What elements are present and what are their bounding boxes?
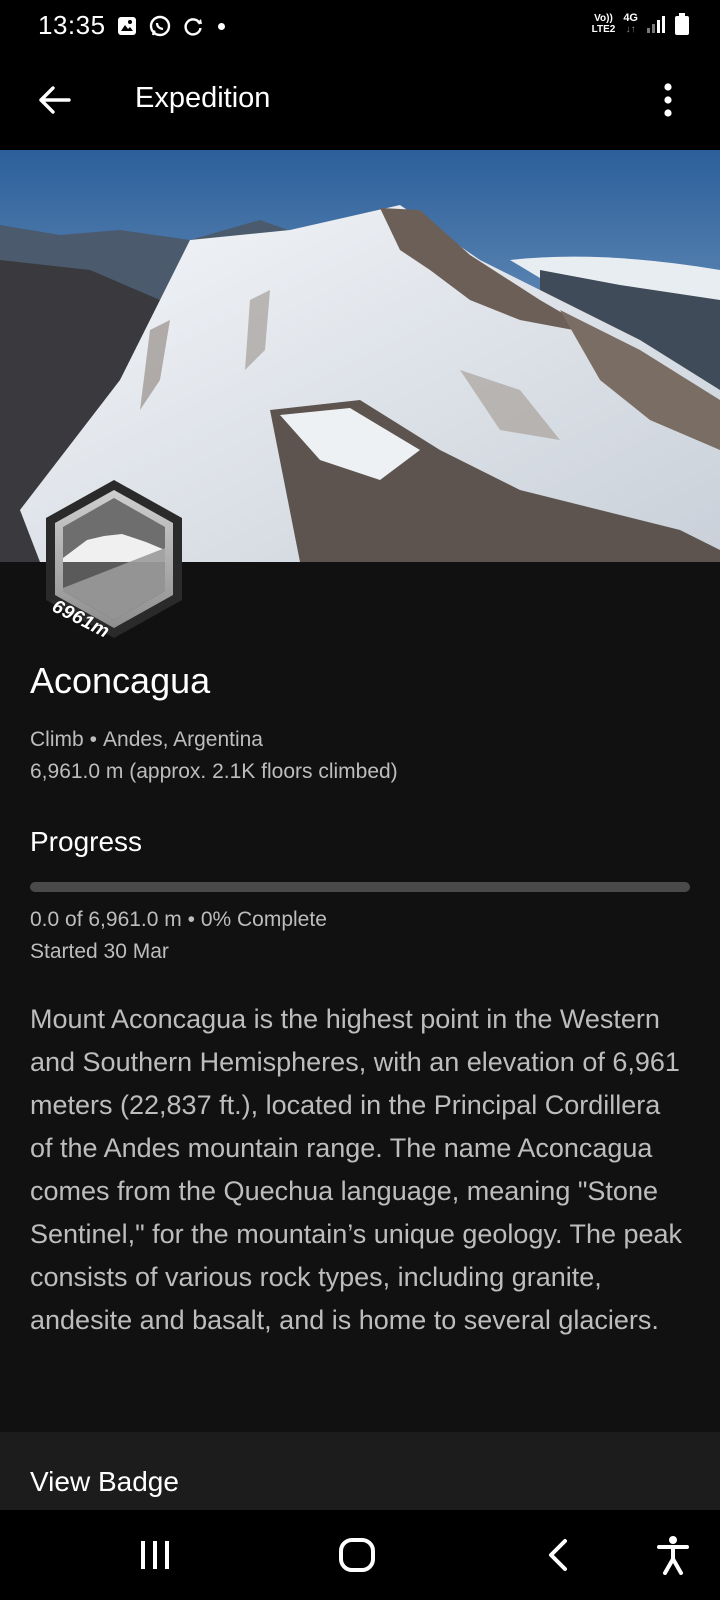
home-icon [339,1538,375,1572]
progress-summary: 0.0 of 6,961.0 m • 0% Complete [30,904,690,936]
back-button[interactable] [30,76,78,124]
status-time: 13:35 [38,10,106,40]
expedition-location: Andes, Argentina [103,728,263,751]
progress-percent: 0% Complete [200,908,327,931]
separator-dot: • [89,728,98,751]
view-badge-button[interactable]: View Badge [0,1432,720,1510]
separator-dot: • [181,908,201,931]
app-bar: Expedition [0,52,720,150]
expedition-name: Aconcagua [30,660,211,701]
accessibility-button[interactable] [648,1532,698,1578]
status-bar: 13:35 Vo)) LTE2 4G ↓↑ [0,0,720,52]
data-arrows-icon: ↓↑ [625,24,636,35]
whatsapp-icon [149,15,171,37]
view-badge-label: View Badge [30,1466,179,1497]
signal-icon [647,16,665,33]
recent-apps-icon [141,1541,169,1569]
system-nav-bar [0,1510,720,1600]
progress-heading: Progress [30,826,143,857]
lte-label: LTE2 [591,24,616,35]
more-options-button[interactable] [644,76,692,124]
home-button[interactable] [332,1532,382,1578]
expedition-badge: 6961m [42,478,186,643]
sync-icon [184,18,202,36]
expedition-type: Climb [30,728,84,751]
notification-icons [116,14,225,38]
accessibility-icon [657,1536,689,1575]
progress-distance: 0.0 of 6,961.0 m [30,908,182,931]
network-indicator: 4G ↓↑ [623,12,638,36]
page-title: Expedition [135,82,271,114]
progress-bar [30,882,690,892]
gallery-icon [118,17,136,35]
battery-icon [675,13,689,35]
expedition-details: Aconcagua Climb • Andes, Argentina 6,961.0… [30,660,690,1342]
system-status-icons: Vo)) LTE2 4G ↓↑ [592,12,690,36]
expedition-description: Mount Aconcagua is the highest point in … [30,1004,683,1335]
volte-label: Vo)) [594,13,613,24]
more-vertical-icon [664,83,672,117]
back-nav-button[interactable] [533,1532,583,1578]
volte-indicator: Vo)) LTE2 [592,13,616,35]
network-label: 4G [623,12,638,24]
more-notifications-dot [218,22,225,30]
arrow-left-icon [39,86,71,114]
expedition-meta: Climb • Andes, Argentina [30,724,690,756]
progress-started: Started 30 Mar [30,940,169,963]
expedition-elevation: 6,961.0 m (approx. 2.1K floors climbed) [30,760,398,783]
recent-apps-button[interactable] [130,1532,180,1578]
chevron-left-icon [549,1539,567,1571]
